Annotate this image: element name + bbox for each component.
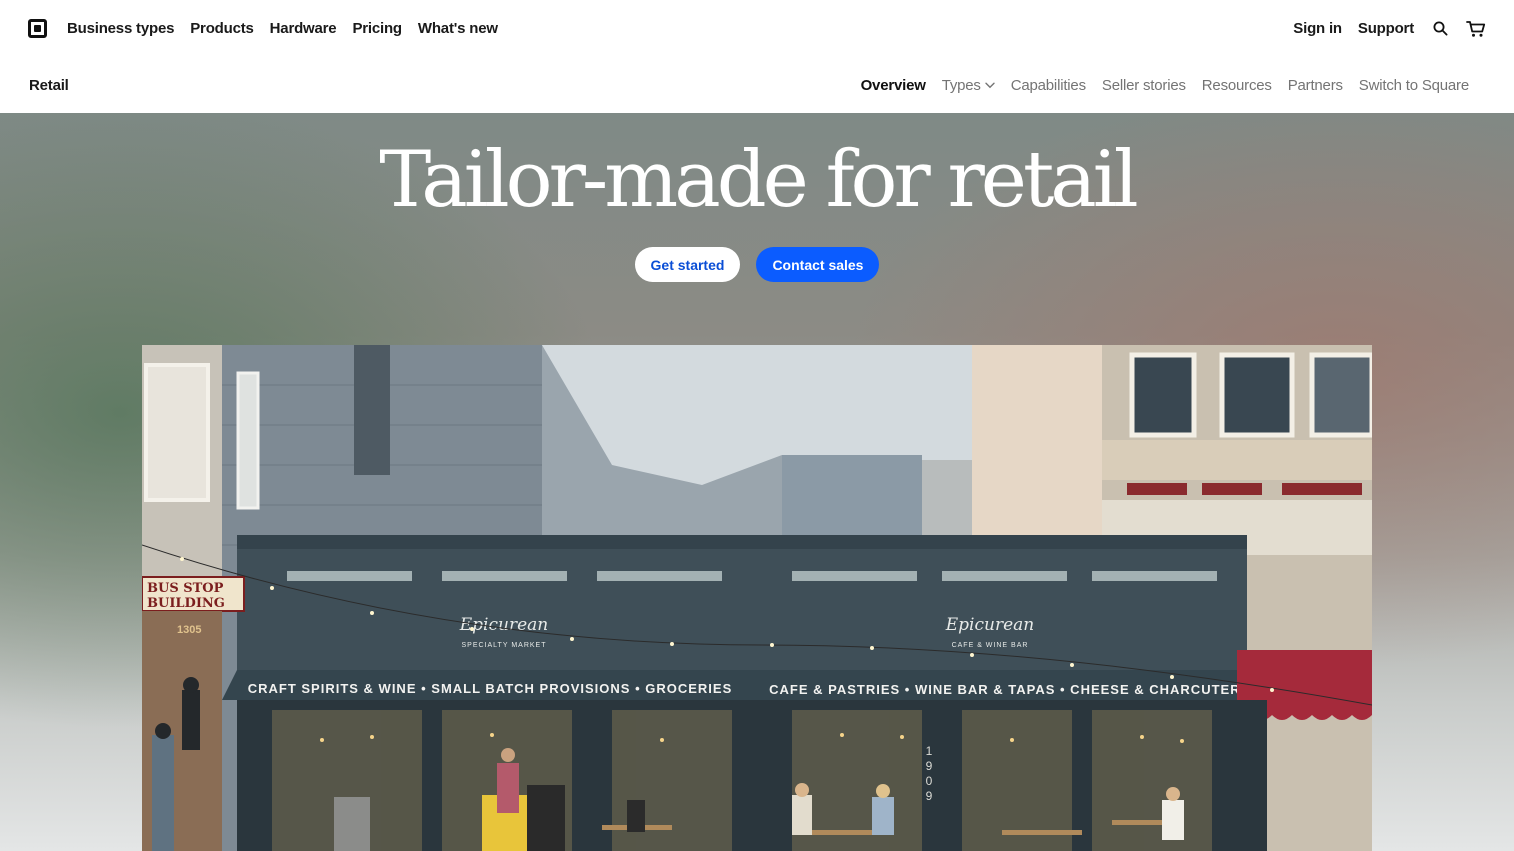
section-title[interactable]: Retail xyxy=(29,77,69,94)
sub-nav-items: Overview Types Capabilities Seller stori… xyxy=(861,77,1485,94)
cart-icon[interactable] xyxy=(1466,19,1486,39)
tab-capabilities[interactable]: Capabilities xyxy=(1011,77,1086,94)
support-link[interactable]: Support xyxy=(1358,20,1414,37)
search-icon[interactable] xyxy=(1430,19,1450,39)
nav-pricing[interactable]: Pricing xyxy=(352,20,402,37)
contact-sales-button[interactable]: Contact sales xyxy=(756,247,880,282)
nav-products[interactable]: Products xyxy=(190,20,254,37)
nav-whats-new[interactable]: What's new xyxy=(418,20,498,37)
hero-actions: Get started Contact sales xyxy=(0,247,1514,282)
svg-text:1: 1 xyxy=(926,744,933,758)
nav-hardware[interactable]: Hardware xyxy=(270,20,337,37)
svg-text:Epicurean: Epicurean xyxy=(945,615,1034,635)
tab-partners[interactable]: Partners xyxy=(1288,77,1343,94)
svg-text:BUILDING: BUILDING xyxy=(147,596,225,611)
svg-text:9: 9 xyxy=(926,759,933,773)
sign-in-link[interactable]: Sign in xyxy=(1293,20,1342,37)
tab-seller-stories[interactable]: Seller stories xyxy=(1102,77,1186,94)
storefront-image: Epicurean SPECIALTY MARKET Epicurean CAF… xyxy=(142,345,1372,851)
primary-nav: Business types Products Hardware Pricing… xyxy=(67,20,498,37)
svg-text:CAFE & PASTRIES • WINE BAR &: CAFE & PASTRIES • WINE BAR & TAPAS • CHE… xyxy=(769,682,1255,697)
svg-text:SPECIALTY MARKET: SPECIALTY MARKET xyxy=(462,642,547,649)
svg-text:9: 9 xyxy=(926,789,933,803)
tab-resources[interactable]: Resources xyxy=(1202,77,1272,94)
square-logo-icon[interactable] xyxy=(28,19,47,38)
svg-text:BUS STOP: BUS STOP xyxy=(147,581,224,596)
svg-text:CAFE & WINE BAR: CAFE & WINE BAR xyxy=(952,642,1029,649)
top-nav: Business types Products Hardware Pricing… xyxy=(0,0,1514,57)
sub-nav: Retail Overview Types Capabilities Selle… xyxy=(0,57,1514,114)
hero: Tailor-made for retail Get started Conta… xyxy=(0,113,1514,851)
tab-types[interactable]: Types xyxy=(942,77,995,94)
get-started-button[interactable]: Get started xyxy=(634,247,741,282)
hero-title: Tailor-made for retail xyxy=(379,135,1138,225)
svg-text:CRAFT SPIRITS & WINE • SMALL: CRAFT SPIRITS & WINE • SMALL BATCH PROVI… xyxy=(248,681,733,696)
nav-business-types[interactable]: Business types xyxy=(67,20,174,37)
svg-text:1305: 1305 xyxy=(177,624,201,636)
chevron-down-icon xyxy=(985,82,995,89)
account-nav: Sign in Support xyxy=(1293,19,1486,39)
tab-switch-to-square[interactable]: Switch to Square xyxy=(1359,77,1469,94)
tab-types-label: Types xyxy=(941,77,981,94)
tab-overview[interactable]: Overview xyxy=(861,77,926,94)
svg-text:0: 0 xyxy=(926,774,933,788)
